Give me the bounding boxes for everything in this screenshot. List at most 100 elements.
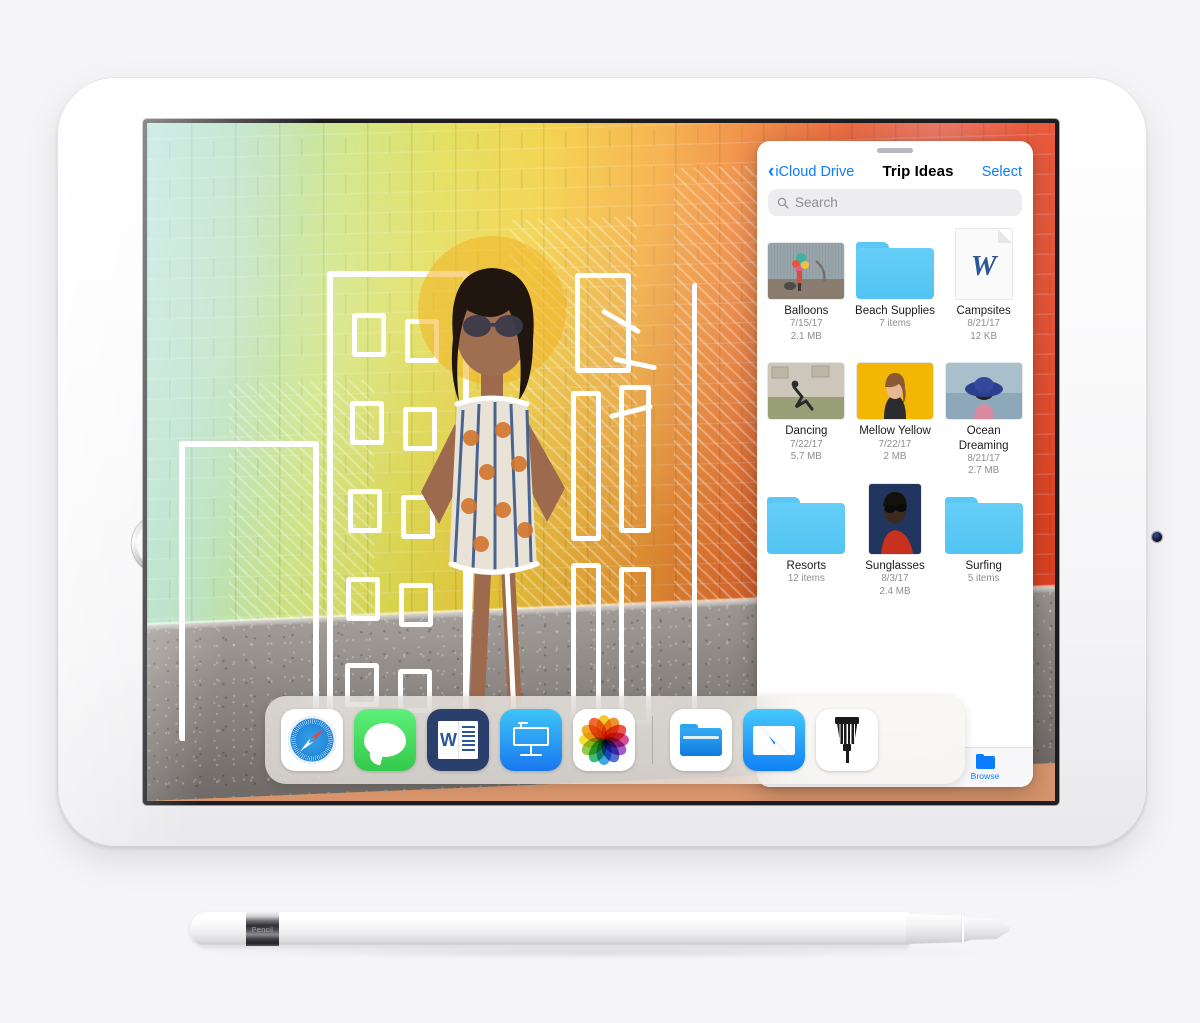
dock: W <box>265 696 965 784</box>
pencil-band-text: Pencil <box>251 924 274 934</box>
file-name: Balloons <box>784 305 829 317</box>
dock-app-messages[interactable] <box>354 709 416 771</box>
photo-thumbnail <box>868 483 921 554</box>
photos-icon <box>578 714 630 766</box>
file-thumbnail <box>856 349 933 420</box>
file-meta: 12 items <box>787 573 825 584</box>
file-name: Mellow Yellow <box>859 425 931 438</box>
dock-app-photos[interactable] <box>573 709 635 771</box>
search-input[interactable]: Search <box>768 189 1022 216</box>
select-button[interactable]: Select <box>982 164 1022 180</box>
file-item[interactable]: Resorts 12 items <box>763 482 850 598</box>
folder-icon <box>975 754 995 770</box>
dock-app-files[interactable] <box>670 709 733 771</box>
file-name: Dancing <box>785 425 828 438</box>
dock-app-keynote[interactable] <box>500 709 562 771</box>
dock-app-safari[interactable] <box>281 709 343 771</box>
back-to-icloud-drive-button[interactable]: ‹ iCloud Drive <box>768 162 854 181</box>
file-thumbnail <box>868 483 921 554</box>
file-meta: 5 items <box>967 573 1000 584</box>
file-meta: 8/21/17 <box>967 452 1000 464</box>
file-meta: 7 items <box>879 318 911 330</box>
file-item[interactable]: Mellow Yellow 7/22/17 2 MB <box>852 347 939 478</box>
pencil-tip <box>964 918 1010 940</box>
pencil-shadow <box>200 948 990 957</box>
file-thumbnail <box>767 484 846 554</box>
front-camera-icon <box>1152 532 1162 542</box>
drawn-window <box>352 313 386 357</box>
file-item[interactable]: Beach Supplies 7 items <box>852 227 939 343</box>
drawn-window <box>346 577 380 621</box>
file-name: Beach Supplies <box>855 305 935 317</box>
pencil-body <box>190 912 910 946</box>
files-icon <box>680 724 723 756</box>
photo-thumbnail <box>768 243 845 299</box>
dock-app-tool[interactable] <box>816 709 879 771</box>
mail-icon <box>753 725 796 755</box>
drawn-window <box>350 401 384 445</box>
screenshot-stage: ‹ iCloud Drive Trip Ideas Select Search … <box>0 0 1200 1023</box>
document-icon: W <box>955 229 1012 299</box>
person-photo-subject <box>418 235 566 739</box>
file-meta: 8/21/17 <box>967 318 1000 330</box>
file-meta: 7/15/17 <box>789 318 823 330</box>
photo-thumbnail <box>856 363 933 420</box>
file-meta: 7/22/17 <box>878 438 912 450</box>
chevron-left-icon: ‹ <box>768 161 775 182</box>
ipad-screen: ‹ iCloud Drive Trip Ideas Select Search … <box>147 123 1055 801</box>
file-name: Sunglasses <box>865 559 925 572</box>
search-placeholder: Search <box>795 195 838 210</box>
dock-divider <box>652 716 654 764</box>
file-grid: Balloons 7/15/17 2.1 MB Beach Supplies 7 ite… <box>757 225 1033 747</box>
keynote-icon <box>511 722 551 758</box>
photo-thumbnail <box>768 363 845 420</box>
file-name: Campsites <box>956 305 1011 317</box>
file-thumbnail: W <box>955 229 1012 299</box>
drawn-window <box>348 489 382 533</box>
file-meta: 2 MB <box>883 451 907 463</box>
word-icon: W <box>438 721 478 759</box>
word-doc-glyph: W <box>970 249 997 282</box>
file-meta: 7/22/17 <box>789 438 823 450</box>
file-item[interactable]: Balloons 7/15/17 2.1 MB <box>763 227 850 343</box>
file-thumbnail <box>768 229 845 299</box>
file-meta: 5.7 MB <box>790 451 822 463</box>
search-bar-wrapper: Search <box>757 189 1033 225</box>
dock-app-word[interactable]: W <box>427 709 489 771</box>
apple-pencil: Pencil <box>190 900 1010 958</box>
back-label: iCloud Drive <box>775 163 855 180</box>
file-item[interactable]: Dancing 7/22/17 5.7 MB <box>763 347 850 478</box>
safari-icon <box>288 716 336 764</box>
folder-icon <box>944 496 1023 554</box>
folder-icon <box>855 242 934 299</box>
page-title: Trip Ideas <box>882 163 954 180</box>
file-meta: 2.7 MB <box>968 465 1000 477</box>
tab-browse-label: Browse <box>970 770 1000 781</box>
file-thumbnail <box>855 229 934 299</box>
folder-icon <box>767 496 846 554</box>
file-item[interactable]: Surfing 5 items <box>940 482 1027 598</box>
file-thumbnail <box>945 349 1022 420</box>
photo-thumbnail <box>945 363 1022 420</box>
file-item[interactable]: Ocean Dreaming 8/21/17 2.7 MB <box>940 347 1027 478</box>
messages-icon <box>364 723 406 757</box>
ipad-device: ‹ iCloud Drive Trip Ideas Select Search … <box>57 77 1162 847</box>
dock-app-mail[interactable] <box>743 709 806 771</box>
files-app-panel: ‹ iCloud Drive Trip Ideas Select Search … <box>757 141 1033 787</box>
file-name: Ocean Dreaming <box>958 425 1009 452</box>
file-item[interactable]: W Campsites 8/21/17 12 KB <box>940 227 1027 343</box>
pencil-tip-seam <box>962 915 964 943</box>
file-meta: 2.1 MB <box>790 330 822 342</box>
file-name: Resorts <box>786 559 827 572</box>
tab-browse[interactable]: Browse <box>959 754 1011 781</box>
file-item[interactable]: Sunglasses 8/3/17 2.4 MB <box>852 482 939 598</box>
ipad-screen-bezel: ‹ iCloud Drive Trip Ideas Select Search … <box>143 119 1059 805</box>
file-meta: 2.4 MB <box>879 585 911 597</box>
file-name: Surfing <box>965 559 1002 572</box>
screwdriver-icon <box>834 717 860 763</box>
file-meta: 8/3/17 <box>881 573 909 584</box>
file-thumbnail <box>944 484 1023 554</box>
file-thumbnail <box>768 349 845 420</box>
search-icon <box>777 197 789 208</box>
file-meta: 12 KB <box>970 330 997 342</box>
